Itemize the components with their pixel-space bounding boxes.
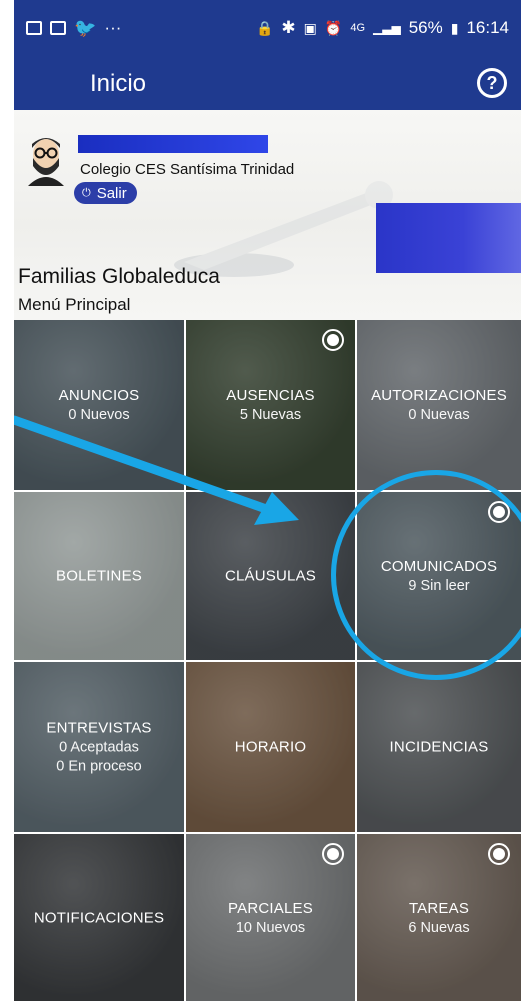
tile-text: AUSENCIAS 5 Nuevas <box>186 387 355 423</box>
tile-label: NOTIFICACIONES <box>33 909 165 926</box>
menu-tile-0[interactable]: ANUNCIOS 0 Nuevos <box>14 320 184 490</box>
menu-tile-3[interactable]: BOLETINES <box>14 492 184 660</box>
battery-percent: 56% <box>408 18 443 37</box>
tile-subtitle: 6 Nuevas <box>408 919 470 936</box>
tile-subtitle: 10 Nuevos <box>235 919 306 936</box>
menu-tile-11[interactable]: TAREAS 6 Nuevas <box>357 834 521 1001</box>
help-button[interactable]: ? <box>477 68 507 98</box>
gallery-icon-2 <box>50 21 66 35</box>
tile-label: ANUNCIOS <box>58 387 140 404</box>
tile-text: PARCIALES 10 Nuevos <box>186 900 355 936</box>
tile-text: HORARIO <box>186 739 355 756</box>
alarm-icon: ⏰ <box>324 19 343 36</box>
redacted-user-name <box>78 135 268 153</box>
tile-text: INCIDENCIAS <box>357 739 521 756</box>
tile-label: CLÁUSULAS <box>224 567 316 585</box>
tile-subtitle: 5 Nuevas <box>239 407 302 423</box>
school-name: Colegio CES Santísima Trinidad <box>80 161 295 178</box>
help-icon: ? <box>486 72 498 93</box>
tile-text: ANUNCIOS 0 Nuevos <box>14 387 184 423</box>
menu-tile-7[interactable]: HORARIO <box>186 662 355 832</box>
status-right: 🔒 ✱ ▣ ⏰ 4G ▁▃▅ 56% ▮ 16:14 <box>256 18 509 38</box>
tile-label: HORARIO <box>234 738 307 756</box>
app-name: Familias Globaleduca <box>18 265 220 288</box>
menu-tile-4[interactable]: CLÁUSULAS <box>186 492 355 660</box>
menu-tile-8[interactable]: INCIDENCIAS <box>357 662 521 832</box>
tile-text: AUTORIZACIONES 0 Nuevas <box>357 387 521 423</box>
page-title: Inicio <box>90 70 147 97</box>
tile-label: BOLETINES <box>56 567 142 585</box>
tile-label: INCIDENCIAS <box>389 738 489 756</box>
app-frame: 🐦 ··· 🔒 ✱ ▣ ⏰ 4G ▁▃▅ 56% ▮ 16:14 Inicio … <box>14 0 521 1001</box>
menu-tile-10[interactable]: PARCIALES 10 Nuevos <box>186 834 355 1001</box>
indicator-dot <box>327 334 339 346</box>
tile-text: BOLETINES <box>14 568 184 585</box>
signal-icon: ▁▃▅ <box>373 21 401 35</box>
more-notifications-icon: ··· <box>104 18 122 37</box>
redacted-block <box>376 203 521 273</box>
indicator-dot <box>327 848 339 860</box>
tile-text: CLÁUSULAS <box>186 568 355 585</box>
status-left: 🐦 ··· <box>26 18 121 39</box>
tile-subtitle: 0 Aceptadas <box>59 739 139 756</box>
menu-tile-6[interactable]: ENTREVISTAS 0 Aceptadas 0 En proceso <box>14 662 184 832</box>
tile-label: ENTREVISTAS <box>46 719 152 737</box>
power-icon: ⏻ <box>82 186 91 199</box>
app-bar: Inicio ? <box>14 56 521 110</box>
tile-subtitle: 0 Nuevos <box>68 407 130 423</box>
logout-label: Salir <box>96 184 127 202</box>
left-gutter <box>0 0 14 1001</box>
new-items-indicator-icon <box>322 329 344 351</box>
lock-icon: 🔒 <box>255 19 274 36</box>
clock: 16:14 <box>466 18 509 37</box>
menu-tile-2[interactable]: AUTORIZACIONES 0 Nuevas <box>357 320 521 490</box>
tile-subtitle: 0 Nuevas <box>408 407 470 423</box>
twitter-icon: 🐦 <box>74 17 97 38</box>
profile-header: Colegio CES Santísima Trinidad ⏻ Salir F… <box>14 110 521 320</box>
indicator-dot <box>493 848 505 860</box>
menu-title: Menú Principal <box>18 295 131 314</box>
new-items-indicator-icon <box>488 843 510 865</box>
gallery-icon <box>26 21 42 35</box>
tile-text: ENTREVISTAS 0 Aceptadas 0 En proceso <box>14 720 184 775</box>
tile-subtitle: 0 En proceso <box>56 758 142 775</box>
menu-tile-9[interactable]: NOTIFICACIONES <box>14 834 184 1001</box>
logout-button[interactable]: ⏻ Salir <box>74 182 137 204</box>
status-bar: 🐦 ··· 🔒 ✱ ▣ ⏰ 4G ▁▃▅ 56% ▮ 16:14 <box>14 0 521 56</box>
tile-text: NOTIFICACIONES <box>14 909 184 926</box>
tile-text: TAREAS 6 Nuevas <box>357 900 521 936</box>
battery-icon: ▮ <box>450 19 459 36</box>
tile-label: TAREAS <box>408 899 470 917</box>
nfc-icon: ▣ <box>303 19 317 36</box>
network-label: 4G <box>350 22 366 34</box>
avatar[interactable] <box>22 132 70 188</box>
new-items-indicator-icon <box>322 843 344 865</box>
tile-label: AUTORIZACIONES <box>371 387 507 404</box>
tile-label: PARCIALES <box>228 899 313 917</box>
bluetooth-icon: ✱ <box>281 18 296 37</box>
tile-label: AUSENCIAS <box>226 387 315 404</box>
menu-tile-1[interactable]: AUSENCIAS 5 Nuevas <box>186 320 355 490</box>
